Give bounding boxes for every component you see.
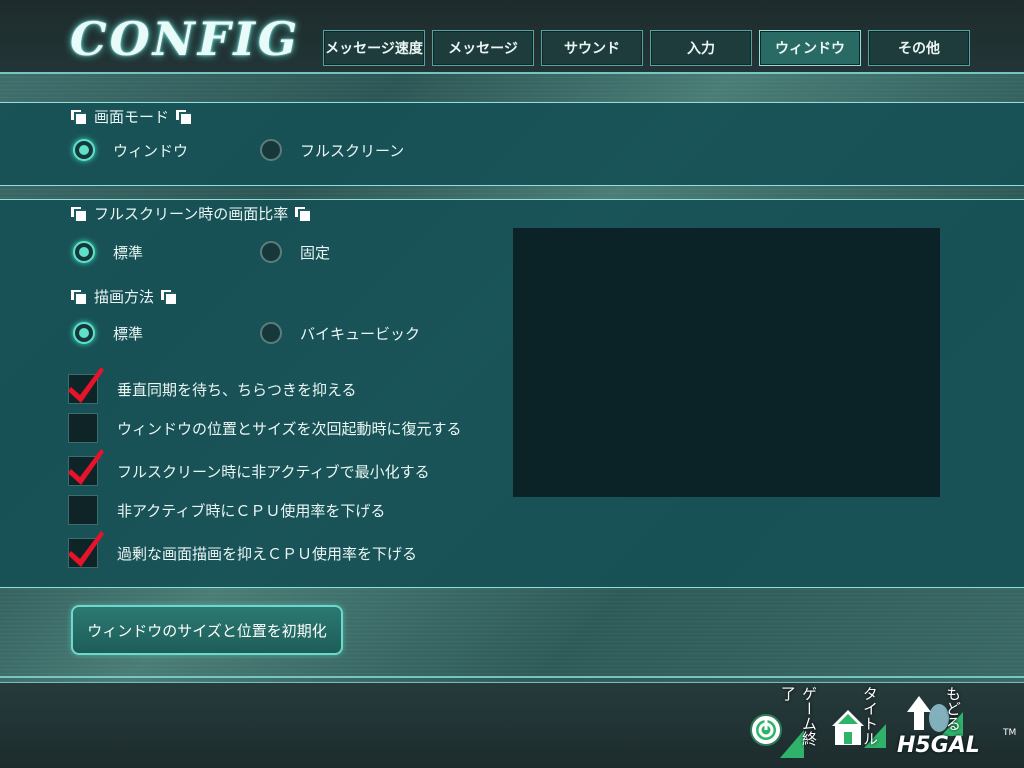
tab-message-speed[interactable]: メッセージ速度: [323, 30, 425, 66]
checkbox-box[interactable]: [68, 413, 98, 443]
aspect-ratio-heading: フルスクリーン時の画面比率: [70, 203, 314, 224]
radio-fullscreen-mode[interactable]: フルスクリーン: [260, 139, 404, 161]
checkbox-minimize-inactive[interactable]: フルスクリーン時に非アクティブで最小化する: [68, 449, 430, 486]
radio-render-bicubic[interactable]: バイキュービック: [260, 322, 420, 344]
quit-label: ゲーム終了: [779, 686, 818, 746]
checkbox-restore-window[interactable]: ウィンドウの位置とサイズを次回起動時に復元する: [68, 413, 462, 443]
title-label: タイトル: [861, 686, 879, 746]
back-label: もどる: [944, 686, 962, 731]
red-checkmark-icon: [68, 531, 104, 567]
divider: [0, 72, 1024, 74]
render-method-heading: 描画方法: [70, 286, 180, 307]
radio-unselected-icon[interactable]: [260, 241, 282, 263]
radio-aspect-fixed[interactable]: 固定: [260, 241, 330, 263]
radio-selected-icon[interactable]: [73, 322, 95, 344]
bullet-squares-icon: [160, 289, 180, 305]
tab-input[interactable]: 入力: [650, 30, 752, 66]
checkbox-box[interactable]: [68, 531, 104, 568]
bullet-squares-icon: [70, 289, 90, 305]
divider: [0, 676, 1024, 678]
bullet-squares-icon: [70, 109, 90, 125]
checkbox-lower-cpu-inactive[interactable]: 非アクティブ時にＣＰＵ使用率を下げる: [68, 495, 385, 525]
radio-window-mode[interactable]: ウィンドウ: [73, 139, 188, 161]
checkbox-box[interactable]: [68, 367, 104, 404]
h5gal-logo: H5GAL: [897, 733, 980, 758]
radio-selected-icon[interactable]: [73, 241, 95, 263]
bullet-squares-icon: [294, 206, 314, 222]
radio-aspect-standard[interactable]: 標準: [73, 241, 143, 263]
tab-message[interactable]: メッセージ: [432, 30, 534, 66]
title-button[interactable]: タイトル: [830, 686, 900, 760]
checkbox-box[interactable]: [68, 449, 104, 486]
divider: [0, 682, 1024, 683]
checkbox-box[interactable]: [68, 495, 98, 525]
reset-window-button[interactable]: ウィンドウのサイズと位置を初期化: [71, 605, 343, 655]
tab-window[interactable]: ウィンドウ: [759, 30, 861, 66]
red-checkmark-icon: [68, 367, 104, 403]
tab-sound[interactable]: サウンド: [541, 30, 643, 66]
tab-other[interactable]: その他: [868, 30, 970, 66]
radio-selected-icon[interactable]: [73, 139, 95, 161]
bullet-squares-icon: [175, 109, 195, 125]
trademark-mark: TM: [1003, 728, 1017, 738]
screen-mode-heading: 画面モード: [70, 106, 195, 127]
radio-unselected-icon[interactable]: [260, 139, 282, 161]
radio-render-standard[interactable]: 標準: [73, 322, 143, 344]
config-logo: CONFIG: [70, 12, 301, 66]
aspect-preview-box: [513, 228, 940, 497]
radio-unselected-icon[interactable]: [260, 322, 282, 344]
checkbox-limit-redraw[interactable]: 過剰な画面描画を抑えＣＰＵ使用率を下げる: [68, 531, 417, 568]
quit-game-button[interactable]: ゲーム終了: [750, 686, 820, 760]
checkbox-vsync[interactable]: 垂直同期を待ち、ちらつきを抑える: [68, 367, 357, 404]
red-checkmark-icon: [68, 449, 104, 485]
bullet-squares-icon: [70, 206, 90, 222]
